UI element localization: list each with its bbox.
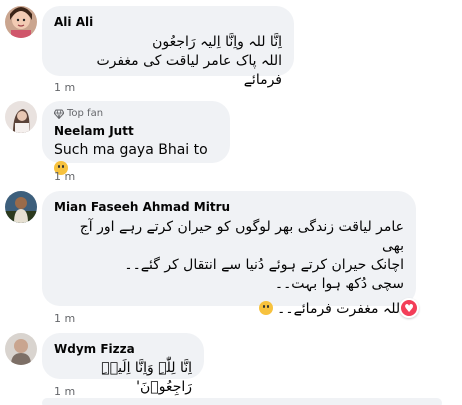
avatar[interactable] — [5, 191, 37, 223]
reaction-heart-icon[interactable]: ♥ — [399, 298, 419, 318]
next-comment-bubble — [42, 398, 442, 405]
profile-photo-icon — [5, 101, 37, 133]
commenter-name[interactable]: Neelam Jutt — [54, 123, 218, 139]
avatar[interactable] — [5, 101, 37, 133]
comment-text-line: اللہ مغفرت فرمائے۔۔ — [277, 301, 404, 317]
commenter-name[interactable]: Wdym Fizza — [54, 341, 192, 357]
comment-timestamp[interactable]: 1 m — [54, 385, 75, 398]
comment-bubble[interactable]: Top fan Neelam Jutt Such ma gaya Bhai to — [42, 101, 230, 175]
comment-timestamp[interactable]: 1 m — [54, 170, 75, 183]
comment-bubble[interactable]: Wdym Fizza اِنَّا لِلّٰہِ وَاِنَّا اِلَی… — [42, 333, 204, 395]
comment-text-line: اللہ مغفرت فرمائے۔۔ — [54, 300, 404, 319]
comment-text-line: اچانک حیران کرتے ہوئے دُنیا سے انتقال کر… — [124, 257, 404, 273]
avatar[interactable] — [5, 6, 37, 38]
comment-text-line: عامر لیاقت زندگی بھر لوگوں کو حیران کرتے… — [79, 219, 404, 254]
comment-text-line: سچی دُکھ ہوا بہت۔۔ — [274, 276, 404, 292]
commenter-name[interactable]: Ali Ali — [54, 14, 282, 30]
comment-bubble[interactable]: Mian Faseeh Ahmad Mitru عامر لیاقت زندگی… — [42, 191, 416, 317]
comment-text-line: اللہ پاک عامر لیاقت کی مغفرت فرمائے — [96, 53, 282, 88]
top-fan-badge: Top fan — [54, 107, 218, 120]
profile-photo-icon — [5, 6, 37, 38]
comment-text-line: Such ma gaya Bhai to — [54, 142, 208, 158]
avatar[interactable] — [5, 333, 37, 365]
commenter-name[interactable]: Mian Faseeh Ahmad Mitru — [54, 199, 404, 215]
comment-timestamp[interactable]: 1 m — [54, 81, 75, 94]
diamond-icon — [54, 109, 64, 119]
crying-face-icon — [258, 301, 273, 315]
top-fan-label: Top fan — [67, 108, 104, 119]
comment-bubble[interactable]: Ali Ali اِنَّا للہ واِنَّا اِلیہ رَاجعُو… — [42, 6, 294, 88]
profile-photo-icon — [5, 191, 37, 223]
comment-timestamp[interactable]: 1 m — [54, 312, 75, 325]
profile-photo-icon — [5, 333, 37, 365]
comment-text: Such ma gaya Bhai to — [54, 141, 218, 179]
comment-text-line: اِنَّا للہ واِنَّا اِلیہ رَاجعُون — [152, 34, 282, 50]
